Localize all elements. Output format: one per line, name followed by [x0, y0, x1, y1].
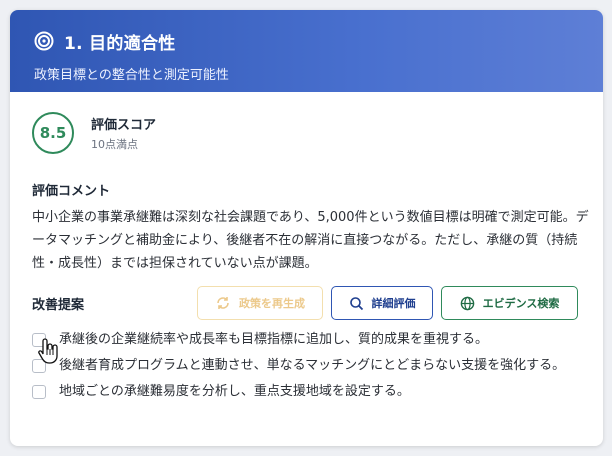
- evidence-search-button[interactable]: エビデンス検索: [441, 286, 578, 320]
- card-header: 1. 目的適合性 政策目標との整合性と測定可能性: [10, 10, 603, 92]
- suggestion-item: 後継者育成プログラムと連動させ、単なるマッチングにとどまらない支援を強化する。: [32, 355, 581, 376]
- suggestion-item: 地域ごとの承継難易度を分析し、重点支援地域を設定する。: [32, 381, 581, 402]
- comment-text: 中小企業の事業承継難は深刻な社会課題であり、5,000件という数値目標は明確で測…: [32, 210, 589, 271]
- detail-label: 詳細評価: [371, 297, 416, 310]
- globe-icon: [460, 296, 474, 310]
- search-icon: [349, 296, 363, 310]
- score-label: 評価スコア: [91, 118, 157, 133]
- suggestion-text: 地域ごとの承継難易度を分析し、重点支援地域を設定する。: [59, 384, 410, 399]
- card-subtitle: 政策目標との整合性と測定可能性: [34, 68, 229, 83]
- suggestion-checkbox[interactable]: [32, 385, 46, 399]
- score-badge: 8.5: [32, 112, 74, 154]
- detail-evaluation-button[interactable]: 詳細評価: [331, 286, 433, 320]
- suggestions-header: 改善提案 政策を再生成 詳細評価 エビデンス検索: [32, 285, 581, 321]
- suggestion-item: 承継後の企業継続率や成長率も目標指標に追加し、質的成果を重視する。: [32, 329, 581, 350]
- hand-cursor-icon: [38, 338, 58, 364]
- evaluation-card: 1. 目的適合性 政策目標との整合性と測定可能性 8.5 評価スコア 10点満点…: [10, 10, 603, 446]
- suggestion-text: 後継者育成プログラムと連動させ、単なるマッチングにとどまらない支援を強化する。: [59, 358, 566, 373]
- regenerate-policy-button[interactable]: 政策を再生成: [197, 286, 323, 320]
- regenerate-label: 政策を再生成: [239, 297, 305, 310]
- comment-heading: 評価コメント: [32, 184, 111, 199]
- suggestion-list: 承継後の企業継続率や成長率も目標指標に追加し、質的成果を重視する。 後継者育成プ…: [32, 329, 581, 402]
- score-section: 8.5 評価スコア 10点満点: [32, 112, 581, 154]
- suggestions-heading: 改善提案: [32, 297, 85, 313]
- score-max-text: 10点満点: [91, 138, 138, 151]
- refresh-icon: [217, 297, 229, 309]
- card-title: 1. 目的適合性: [64, 33, 176, 54]
- target-icon: [34, 31, 54, 51]
- evidence-label: エビデンス検索: [482, 297, 560, 310]
- suggestion-text: 承継後の企業継続率や成長率も目標指標に追加し、質的成果を重視する。: [59, 332, 489, 347]
